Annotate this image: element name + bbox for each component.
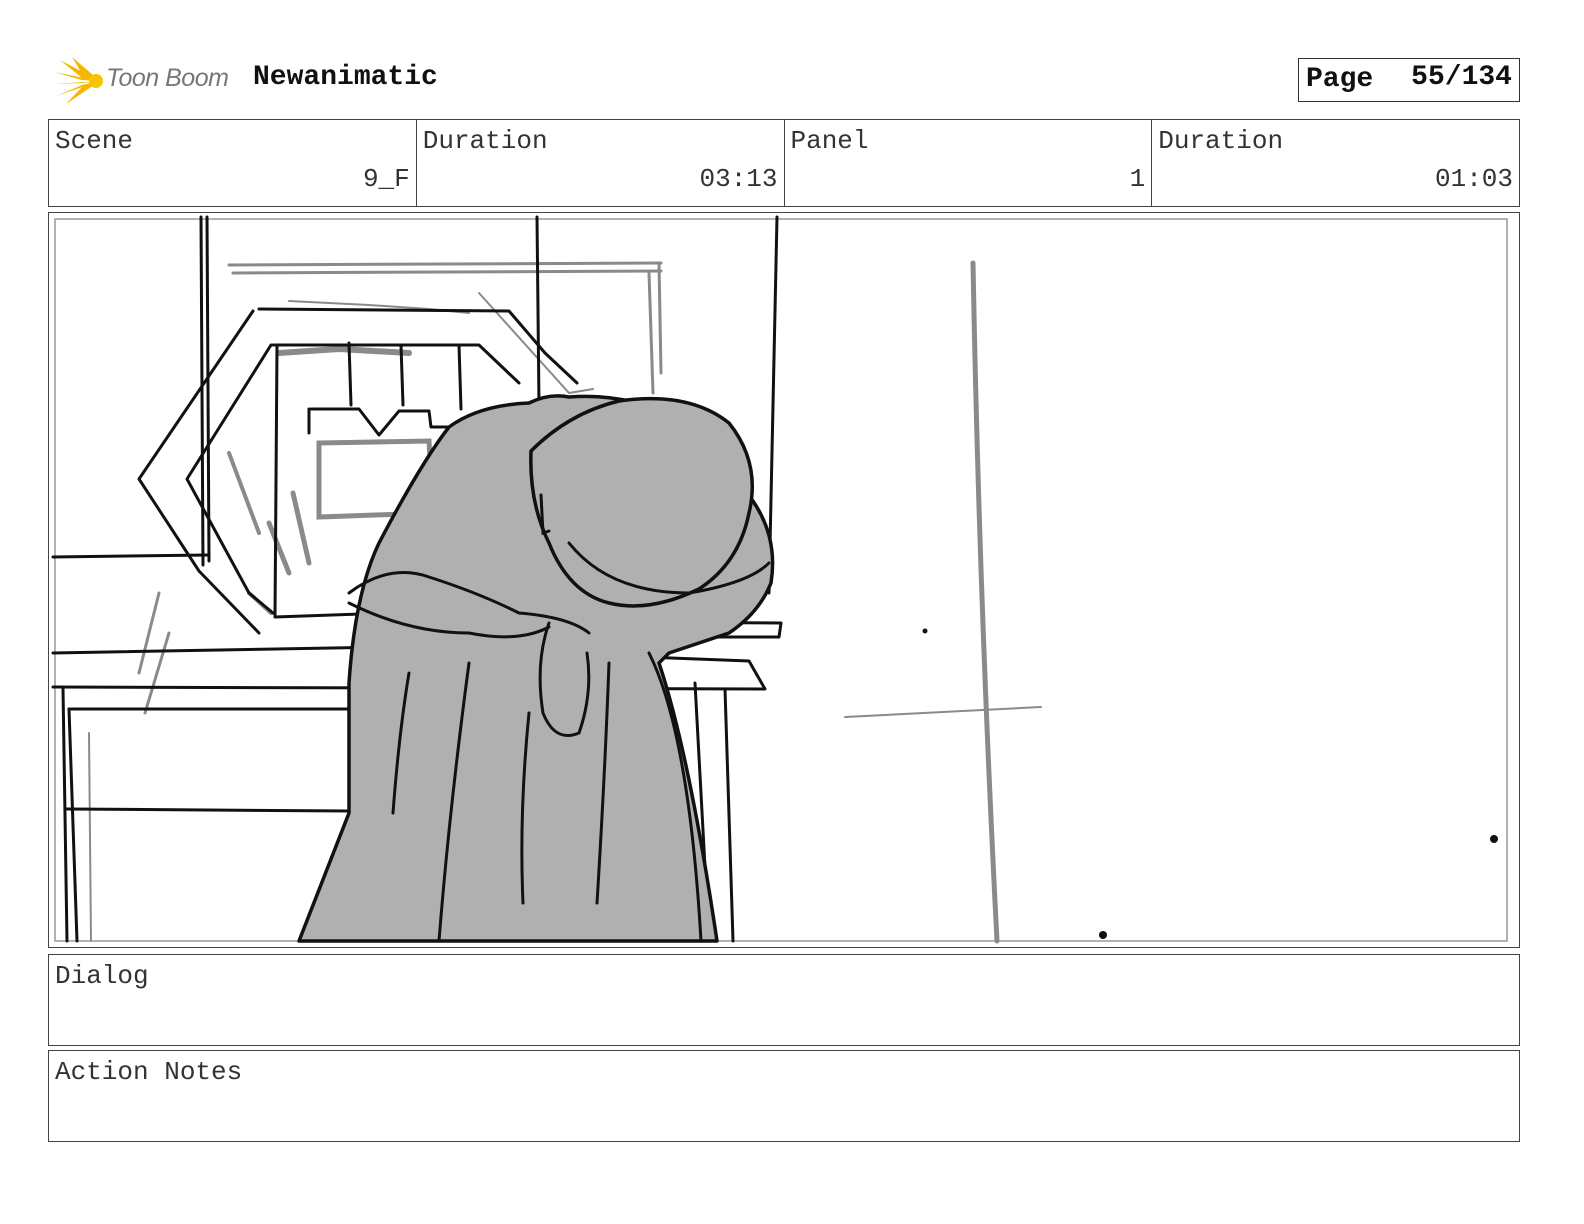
panel-duration-cell: Duration 01:03: [1152, 120, 1519, 206]
panel-duration-label: Duration: [1158, 126, 1284, 156]
starburst-icon: [52, 57, 103, 104]
panel-image-frame: [48, 212, 1520, 948]
logo-text: Toon Boom: [106, 64, 229, 92]
storyboard-header: Toon Boom Newanimatic Page 55/134: [48, 56, 1520, 108]
scene-duration-value: 03:13: [699, 164, 778, 194]
action-notes-box[interactable]: Action Notes: [48, 1050, 1520, 1142]
page-label: Page: [1306, 64, 1374, 95]
action-notes-label: Action Notes: [55, 1057, 243, 1087]
panel-cell: Panel 1: [785, 120, 1153, 206]
toon-boom-logo: Toon Boom: [52, 56, 242, 106]
storyboard-sketch: [51, 215, 1508, 944]
scene-duration-label: Duration: [422, 126, 548, 156]
character-figure: [297, 394, 775, 943]
project-title: Newanimatic: [253, 62, 438, 93]
scene-label: Scene: [55, 126, 134, 156]
scene-duration-cell: Duration 03:13: [417, 120, 785, 206]
page-indicator: Page 55/134: [1298, 58, 1520, 102]
dialog-box[interactable]: Dialog: [48, 954, 1520, 1046]
scene-value: 9_F: [362, 164, 410, 194]
panel-value: 1: [1129, 164, 1146, 194]
panel-info-row: Scene 9_F Duration 03:13 Panel 1 Duratio…: [48, 119, 1520, 207]
page-number: 55/134: [1411, 62, 1512, 93]
panel-duration-value: 01:03: [1434, 164, 1513, 194]
panel-label: Panel: [790, 126, 869, 156]
dialog-label: Dialog: [55, 961, 149, 991]
stray-marks: [922, 628, 1498, 939]
scene-cell: Scene 9_F: [49, 120, 417, 206]
camera-frame: [54, 218, 1508, 942]
